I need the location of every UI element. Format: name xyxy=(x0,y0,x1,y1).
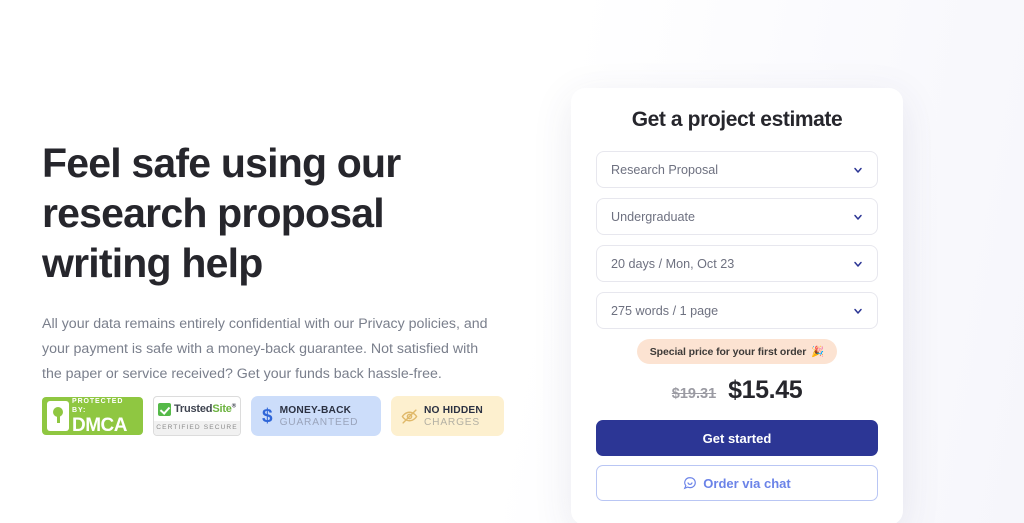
academic-level-value: Undergraduate xyxy=(611,209,696,224)
word-count-value: 275 words / 1 page xyxy=(611,303,719,318)
chat-bubble-icon xyxy=(683,477,697,490)
dmca-badge[interactable]: PROTECTED BY: DMCA xyxy=(42,397,143,435)
academic-level-select[interactable]: Undergraduate xyxy=(596,198,878,235)
chevron-down-icon xyxy=(854,167,862,173)
order-via-chat-label: Order via chat xyxy=(703,475,791,491)
trustedsite-caption: CERTIFIED SECURE xyxy=(154,421,240,435)
money-back-line2: GUARANTEED xyxy=(279,416,359,428)
page-title: Feel safe using our research proposal wr… xyxy=(42,140,401,286)
special-price-text: Special price for your first order xyxy=(649,345,807,358)
eye-slash-icon xyxy=(401,408,418,424)
order-via-chat-button[interactable]: Order via chat xyxy=(596,465,878,501)
trustedsite-badge[interactable]: TrustedSite® CERTIFIED SECURE xyxy=(153,396,241,436)
old-price: $19.31 xyxy=(671,386,717,402)
estimate-card: Get a project estimate Research Proposal… xyxy=(571,88,903,523)
current-price: $15.45 xyxy=(728,376,803,404)
party-popper-icon: 🎉 xyxy=(811,346,825,358)
money-back-line1: MONEY-BACK xyxy=(279,404,352,416)
special-price-badge: Special price for your first order 🎉 xyxy=(636,339,838,364)
no-hidden-charges-badge: NO HIDDEN CHARGES xyxy=(391,396,504,436)
paper-type-value: Research Proposal xyxy=(611,162,719,177)
chevron-down-icon xyxy=(854,308,862,314)
trustedsite-name: TrustedSite® xyxy=(174,403,236,415)
no-hidden-line2: CHARGES xyxy=(424,416,480,428)
hero-text-column: Feel safe using our research proposal wr… xyxy=(42,138,512,387)
landing-page: Feel safe using our research proposal wr… xyxy=(0,0,1024,523)
dmca-protected-label: PROTECTED BY: xyxy=(72,398,124,414)
no-hidden-line1: NO HIDDEN xyxy=(424,404,483,416)
estimate-card-title: Get a project estimate xyxy=(631,108,843,131)
dollar-icon: $ xyxy=(262,405,273,427)
word-count-select[interactable]: 275 words / 1 page xyxy=(596,292,878,329)
lock-icon xyxy=(47,401,69,431)
price-row: $19.31 $15.45 xyxy=(596,376,878,405)
deadline-value: 20 days / Mon, Oct 23 xyxy=(611,256,735,271)
chevron-down-icon xyxy=(854,261,862,267)
special-offer-row: Special price for your first order 🎉 xyxy=(596,339,878,364)
get-started-button[interactable]: Get started xyxy=(596,420,878,456)
check-icon xyxy=(158,402,171,416)
dmca-name: DMCA xyxy=(72,415,128,436)
hero-description: All your data remains entirely confident… xyxy=(42,316,488,382)
paper-type-select[interactable]: Research Proposal xyxy=(596,151,878,188)
chevron-down-icon xyxy=(854,214,862,220)
trust-badges: PROTECTED BY: DMCA TrustedSite® CERTIFIE… xyxy=(42,396,504,436)
deadline-select[interactable]: 20 days / Mon, Oct 23 xyxy=(596,245,878,282)
money-back-badge: $ MONEY-BACK GUARANTEED xyxy=(251,396,381,436)
